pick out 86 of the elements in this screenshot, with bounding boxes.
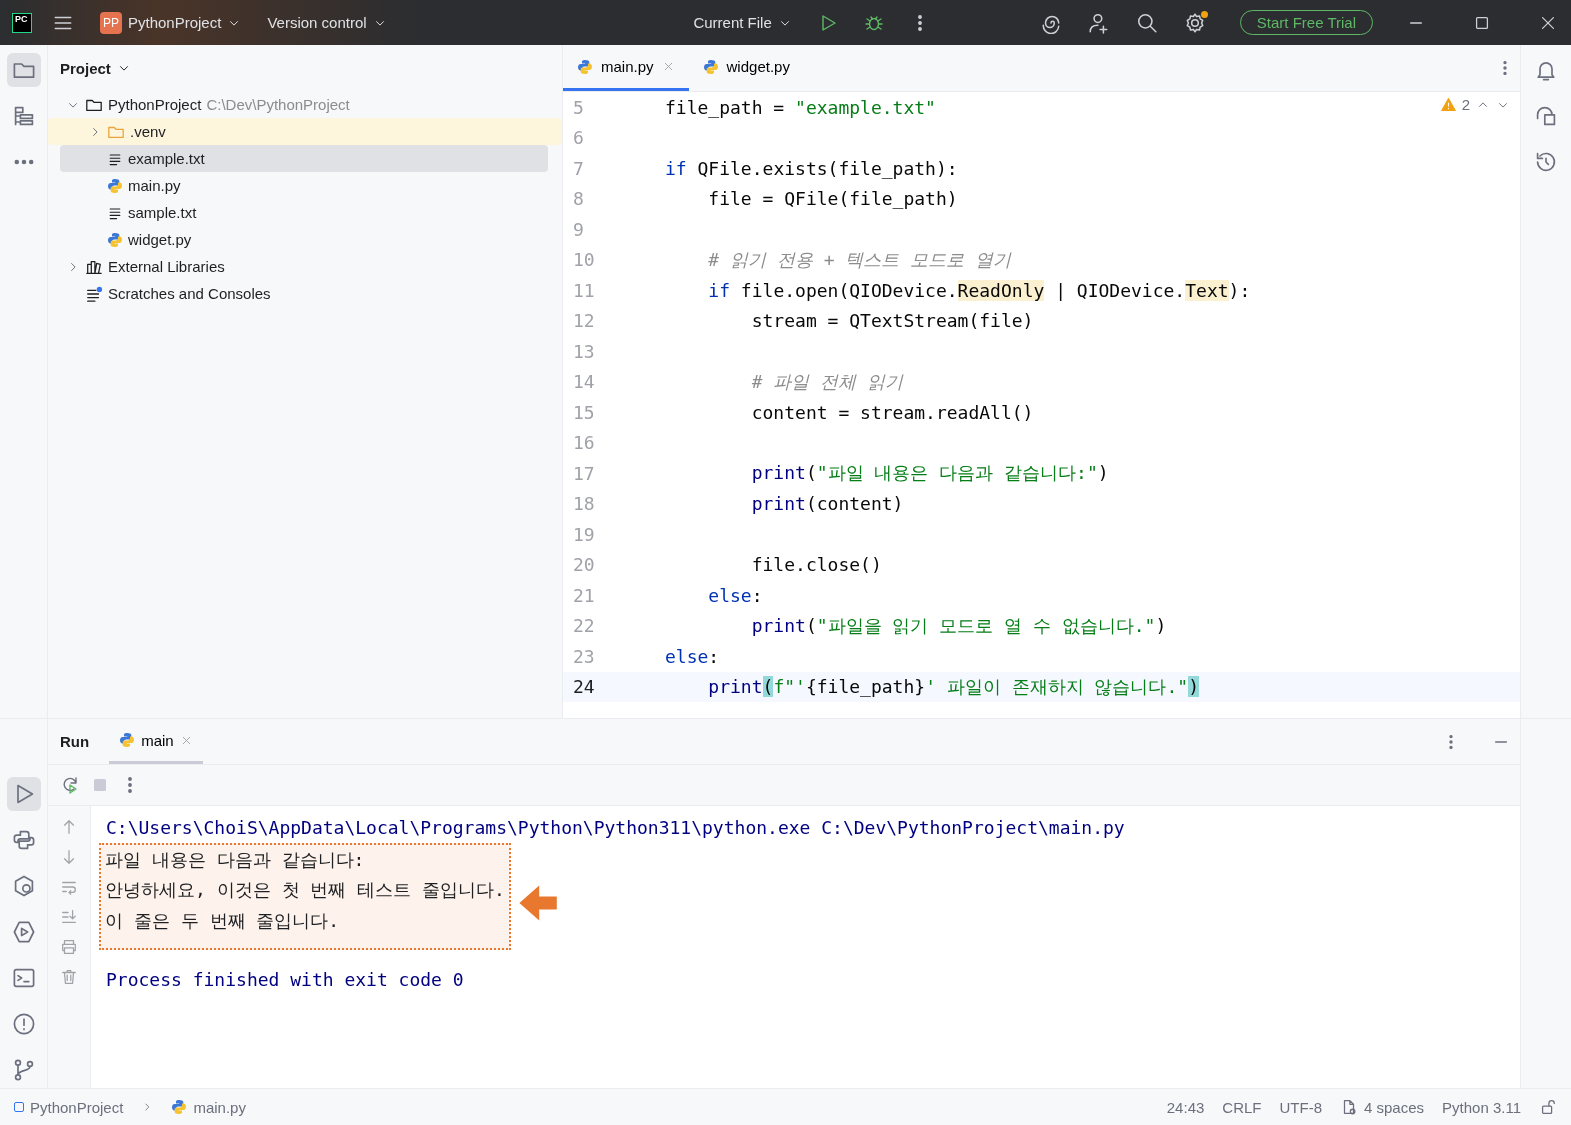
line-number: 6 <box>572 127 585 149</box>
run-tab[interactable]: main <box>109 719 203 764</box>
tree-item[interactable]: External Libraries <box>60 253 548 280</box>
console-line: C:\Users\ChoiS\AppData\Local\Programs\Python\Python311\python.exe C:\Dev\PythonProject\main.py <box>106 815 1126 840</box>
python-file-icon <box>107 231 123 248</box>
history-icon[interactable] <box>1534 150 1558 174</box>
tree-item[interactable]: Scratches and Consoles <box>60 280 548 307</box>
line-number: 14 <box>572 371 596 393</box>
python-file-icon <box>171 1099 188 1115</box>
warning-counter[interactable]: 2 <box>1440 96 1510 113</box>
scratch-file-icon <box>85 284 103 303</box>
line-number: 10 <box>572 249 596 271</box>
code-line: else: <box>664 645 720 667</box>
console-line: 파일 내용은 다음과 같습니다: <box>105 847 366 872</box>
line-number: 12 <box>572 310 596 332</box>
python-file-icon <box>119 732 136 748</box>
code-line: print("파일을 읽기 모드로 열 수 없습니다.") <box>750 613 1167 638</box>
run-panel-title: Run <box>60 732 90 752</box>
console-line: Process finished with exit code 0 <box>106 967 465 992</box>
code-line: # 파일 전체 읽기 <box>750 369 904 394</box>
tree-item[interactable]: main.py <box>60 172 548 199</box>
code-line: stream = QTextStream(file) <box>750 310 1034 332</box>
python-file-icon <box>577 58 593 75</box>
line-number: 16 <box>572 432 596 454</box>
code-line: print(f"'{file_path}' 파일이 존재하지 않습니다.") <box>707 674 1199 699</box>
status-item[interactable]: 24:43 <box>1166 1098 1205 1116</box>
python-console-icon[interactable] <box>11 828 36 852</box>
line-number: 18 <box>572 493 596 515</box>
code-line: file_path = "example.txt" <box>664 96 936 118</box>
terminal-icon[interactable] <box>11 966 36 990</box>
line-number: 11 <box>572 279 596 301</box>
code-line: # 읽기 전용 + 텍스트 모드로 열기 <box>707 247 1012 272</box>
status-item[interactable]: 4 spaces <box>1340 1098 1425 1116</box>
code-line: print("파일 내용은 다음과 같습니다:") <box>750 461 1109 486</box>
line-number: 20 <box>572 554 596 576</box>
status-item[interactable]: Python 3.11 <box>1442 1098 1521 1116</box>
console-line: 안녕하세요, 이것은 첫 번째 테스트 줄입니다. <box>105 878 505 903</box>
search-icon[interactable] <box>1135 11 1158 34</box>
status-item[interactable]: CRLF <box>1222 1098 1262 1116</box>
scroll-to-end-icon[interactable] <box>60 908 78 926</box>
chat-icon[interactable] <box>1534 104 1558 128</box>
tree-item[interactable]: widget.py <box>60 226 548 253</box>
app-logo[interactable]: PC <box>12 12 32 33</box>
vcs-dropdown[interactable]: Version control <box>261 10 393 35</box>
line-number: 22 <box>572 615 596 637</box>
line-number: 21 <box>572 584 596 606</box>
code-line: file.close() <box>750 554 882 576</box>
breadcrumb[interactable]: main.py <box>171 1098 246 1116</box>
code-line: if QFile.exists(file_path): <box>664 157 958 179</box>
warning-icon <box>1440 97 1456 112</box>
line-number: 8 <box>572 188 585 210</box>
code-line: content = stream.readAll() <box>750 401 1034 423</box>
lock-icon[interactable] <box>1539 1098 1557 1116</box>
problems-icon[interactable] <box>11 1012 36 1036</box>
tree-item[interactable]: sample.txt <box>60 199 548 226</box>
notification-dot <box>1200 10 1208 18</box>
line-number: 19 <box>572 523 596 545</box>
code-line: print(content) <box>750 493 904 515</box>
python-file-icon <box>107 177 123 194</box>
python-file-icon <box>702 58 719 75</box>
line-number: 24 <box>572 676 596 698</box>
line-number: 15 <box>572 401 596 423</box>
editor-tab[interactable]: main.py <box>563 45 689 91</box>
trash-icon[interactable] <box>60 968 78 986</box>
project-dropdown[interactable]: PP PythonProject <box>94 7 248 38</box>
code-line: else: <box>707 584 763 606</box>
line-number: 7 <box>572 157 585 179</box>
line-number: 17 <box>572 462 596 484</box>
project-panel-title[interactable]: Project <box>60 59 131 77</box>
status-item[interactable]: UTF-8 <box>1279 1098 1322 1116</box>
tree-item[interactable]: example.txt <box>60 145 548 172</box>
line-number: 23 <box>572 645 596 667</box>
line-number: 5 <box>572 96 585 118</box>
debug-icon[interactable] <box>11 920 36 944</box>
tree-item[interactable]: PythonProject C:\Dev\PythonProject <box>60 91 548 118</box>
console-line: 이 줄은 두 번째 줄입니다. <box>105 908 341 933</box>
line-number: 9 <box>572 218 585 240</box>
code-line: if file.open(QIODevice.ReadOnly | QIODevice.Text): <box>707 279 1251 301</box>
print-icon[interactable] <box>60 938 78 956</box>
tree-item[interactable]: .venv <box>48 118 562 145</box>
run-config-dropdown[interactable]: Current File <box>687 10 798 35</box>
line-number: 13 <box>572 340 596 362</box>
add-user-icon[interactable] <box>1087 11 1110 34</box>
breadcrumb[interactable]: PythonProject <box>14 1098 124 1116</box>
code-line: file = QFile(file_path) <box>707 188 958 210</box>
editor-tab[interactable]: widget.py <box>688 45 804 91</box>
